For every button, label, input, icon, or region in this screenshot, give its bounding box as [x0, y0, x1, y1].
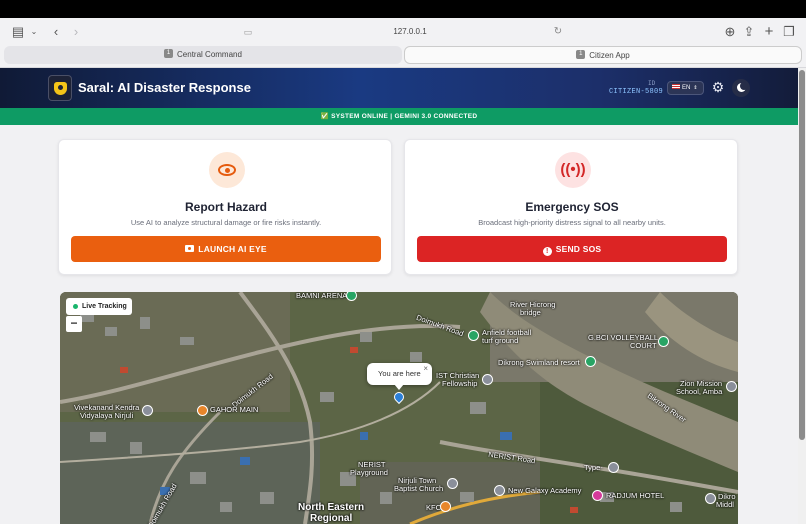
map-label: Regional	[310, 513, 353, 524]
reload-icon[interactable]: ↻	[550, 24, 566, 40]
button-label: LAUNCH AI EYE	[198, 244, 267, 254]
tab-strip: 1 Central Command 1 Citizen App	[4, 46, 802, 64]
tab-number: 1	[164, 49, 174, 59]
map-label: KFC	[426, 503, 441, 512]
tab-label: Central Command	[177, 50, 242, 59]
map-label: Baptist Church	[394, 484, 444, 493]
browser-chrome: ▤ ⌄ ‹ › ▭ 127.0.0.1 ↻ ⊕ ⇪ + ❐ 1 Central C…	[0, 18, 806, 68]
close-icon[interactable]: ×	[423, 358, 428, 380]
card-title: Report Hazard	[184, 200, 267, 214]
map-label: Type-	[584, 463, 603, 472]
scrollbar-thumb[interactable]	[799, 70, 805, 440]
tabs-overview-icon[interactable]: ❐	[781, 24, 797, 40]
hotel-marker-icon[interactable]	[592, 490, 603, 501]
broadcast-tower-icon: ((•))	[560, 161, 586, 178]
map-label: Fellowship	[442, 379, 478, 388]
app-title: Saral: AI Disaster Response	[78, 80, 251, 95]
camera-icon	[185, 245, 195, 252]
map-label: North Eastern	[298, 502, 365, 513]
map-label: Dikrong Swimland resort	[498, 358, 580, 367]
school-marker-icon[interactable]	[726, 381, 737, 392]
share-icon[interactable]: ⇪	[741, 24, 757, 40]
park-marker-icon[interactable]	[585, 356, 596, 367]
citizen-id: CITIZEN-5809	[609, 88, 664, 96]
forward-icon[interactable]: ›	[68, 24, 84, 40]
sidebar-icon[interactable]: ▤	[10, 24, 26, 40]
browser-toolbar: ▤ ⌄ ‹ › ▭ 127.0.0.1 ↻ ⊕ ⇪ + ❐	[0, 18, 806, 46]
shield-icon	[54, 82, 67, 95]
map-label: Middl	[716, 500, 734, 509]
screen: ▤ ⌄ ‹ › ▭ 127.0.0.1 ↻ ⊕ ⇪ + ❐ 1 Central C…	[0, 0, 806, 524]
map-label: Playground	[350, 468, 388, 477]
chevron-down-icon[interactable]: ⌄	[26, 24, 42, 40]
send-sos-button[interactable]: ! SEND SOS	[417, 236, 727, 262]
school-marker-icon[interactable]	[705, 493, 716, 504]
new-tab-icon[interactable]: +	[761, 24, 777, 40]
tab-central-command[interactable]: 1 Central Command	[4, 46, 402, 64]
card-title: Emergency SOS	[525, 200, 619, 214]
launch-ai-eye-button[interactable]: LAUNCH AI EYE	[71, 236, 381, 262]
alert-icon: !	[542, 247, 552, 256]
map-label: COURT	[630, 341, 657, 350]
park-marker-icon[interactable]	[468, 330, 479, 341]
place-marker-icon[interactable]	[608, 462, 619, 473]
live-tracking-indicator: Live Tracking	[66, 298, 132, 315]
restaurant-marker-icon[interactable]	[440, 501, 451, 512]
map-label: bridge	[520, 308, 541, 317]
map-label: GAHOR MAIN	[210, 405, 259, 414]
restaurant-marker-icon[interactable]	[197, 405, 208, 416]
emergency-sos-card: ((•)) Emergency SOS Broadcast high-prior…	[404, 139, 738, 275]
school-marker-icon[interactable]	[494, 485, 505, 496]
moon-icon[interactable]	[732, 79, 750, 97]
tab-number: 1	[576, 50, 586, 60]
page-icon: ▭	[243, 27, 253, 37]
card-description: Broadcast high-priority distress signal …	[478, 218, 666, 227]
language-value: EN	[682, 85, 691, 91]
id-label: ID	[648, 80, 656, 87]
map-label: New Galaxy Academy	[508, 486, 582, 495]
tab-citizen-app[interactable]: 1 Citizen App	[404, 46, 802, 64]
popup-text: You are here	[378, 369, 421, 378]
language-select[interactable]: EN ⇕	[667, 81, 704, 95]
map-label: turf ground	[482, 336, 519, 345]
chevron-updown-icon: ⇕	[693, 85, 698, 91]
gear-icon[interactable]: ⚙	[711, 80, 725, 94]
park-marker-icon[interactable]	[658, 336, 669, 347]
map-label: RADJUM HOTEL	[606, 491, 665, 500]
button-label: SEND SOS	[555, 244, 602, 254]
address-bar[interactable]: 127.0.0.1	[260, 25, 560, 39]
system-status-banner: ✅ SYSTEM ONLINE | GEMINI 3.0 CONNECTED	[0, 108, 798, 125]
download-icon[interactable]: ⊕	[722, 24, 738, 40]
eye-icon-badge	[209, 152, 245, 188]
logo	[48, 75, 72, 101]
card-description: Use AI to analyze structural damage or f…	[130, 218, 322, 227]
school-marker-icon[interactable]	[142, 405, 153, 416]
eye-icon	[218, 164, 236, 176]
map[interactable]: BAMNI ARENA River Hicrong bridge Doimukh…	[60, 292, 738, 524]
zoom-out-button[interactable]: −	[66, 316, 82, 332]
flag-icon	[672, 84, 680, 89]
tab-label: Citizen App	[589, 51, 630, 60]
church-marker-icon[interactable]	[447, 478, 458, 489]
system-bar	[0, 0, 806, 18]
map-label: Vidyalaya Nirjuli	[80, 411, 134, 420]
map-label: BAMNI ARENA	[296, 292, 348, 300]
map-label: School, Amba	[676, 387, 723, 396]
report-hazard-card: Report Hazard Use AI to analyze structur…	[58, 139, 392, 275]
back-icon[interactable]: ‹	[48, 24, 64, 40]
main-content: Report Hazard Use AI to analyze structur…	[0, 125, 798, 524]
location-popup: You are here ×	[367, 363, 432, 390]
church-marker-icon[interactable]	[482, 374, 493, 385]
signal-icon-badge: ((•))	[555, 152, 591, 188]
